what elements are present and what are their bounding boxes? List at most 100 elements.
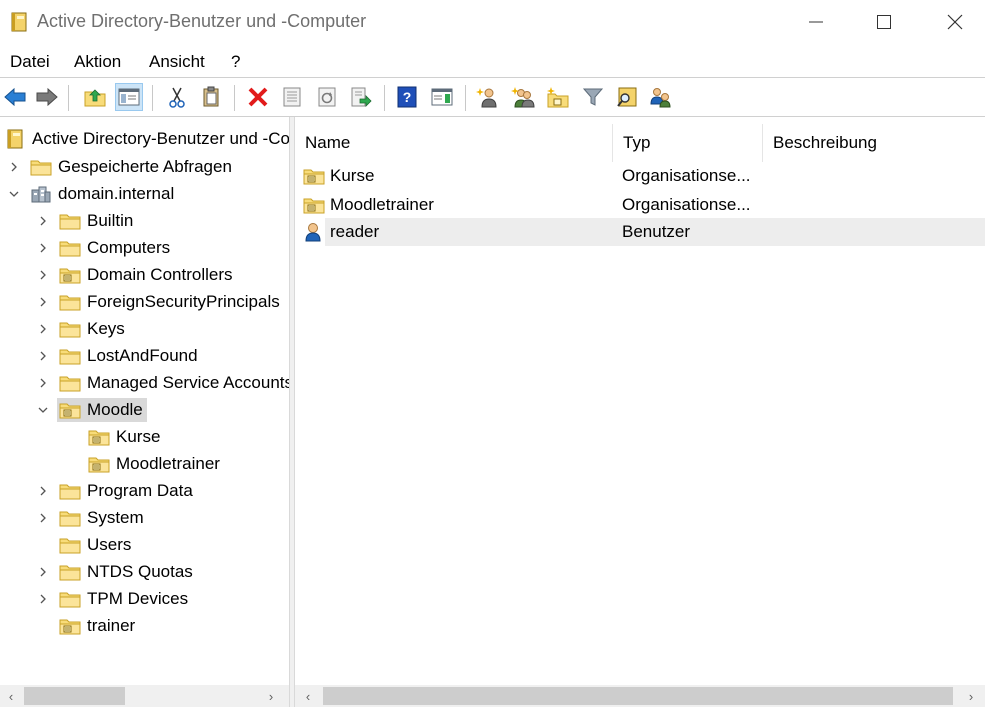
expand-chevron[interactable] xyxy=(37,566,49,578)
forward-button[interactable] xyxy=(34,84,60,110)
tree-item-moodle[interactable]: Moodle xyxy=(57,398,147,422)
folder-icon xyxy=(59,535,81,555)
console-tree: Active Directory-Benutzer und -Computer … xyxy=(0,124,289,707)
add-to-group-button[interactable] xyxy=(648,84,674,110)
list-item[interactable]: Moodletrainer Organisationse... xyxy=(295,191,985,219)
toolbar: ? xyxy=(0,79,985,115)
scrollbar-thumb[interactable] xyxy=(323,687,953,705)
tree-item-builtin[interactable]: Builtin xyxy=(59,209,137,233)
column-header-type[interactable]: Typ xyxy=(613,124,763,162)
help-icon: ? xyxy=(397,86,417,108)
tree-horizontal-scrollbar[interactable]: ‹ › xyxy=(0,685,289,707)
expand-chevron[interactable] xyxy=(37,296,49,308)
filter-icon xyxy=(582,88,604,106)
window-title: Active Directory-Benutzer und -Computer xyxy=(37,11,367,31)
scroll-left-icon[interactable]: ‹ xyxy=(2,687,20,705)
collapse-chevron[interactable] xyxy=(8,188,20,200)
chevron-right-icon xyxy=(40,378,46,388)
chevron-right-icon xyxy=(40,297,46,307)
minimize-icon xyxy=(809,21,823,23)
new-user-button[interactable] xyxy=(475,84,501,110)
ou-icon xyxy=(88,454,110,474)
expand-chevron[interactable] xyxy=(37,512,49,524)
tree-item-program-data[interactable]: Program Data xyxy=(59,479,197,503)
tree-label: trainer xyxy=(87,616,136,635)
back-button[interactable] xyxy=(2,84,28,110)
tree-item-tpm-devices[interactable]: TPM Devices xyxy=(59,587,192,611)
up-folder-button[interactable] xyxy=(82,84,108,110)
toolbar-divider xyxy=(465,85,466,111)
scroll-right-icon[interactable]: › xyxy=(262,687,280,705)
title-bar: Active Directory-Benutzer und -Computer xyxy=(0,0,985,44)
help-button[interactable]: ? xyxy=(394,84,420,110)
expand-chevron[interactable] xyxy=(37,377,49,389)
tree-item-domain[interactable]: domain.internal xyxy=(30,182,178,206)
expand-chevron[interactable] xyxy=(37,350,49,362)
tree-item-users[interactable]: Users xyxy=(59,533,135,557)
expand-chevron[interactable] xyxy=(8,161,20,173)
expand-chevron[interactable] xyxy=(37,485,49,497)
tree-item-keys[interactable]: Keys xyxy=(59,317,129,341)
find-button[interactable] xyxy=(614,84,640,110)
paste-button[interactable] xyxy=(198,84,224,110)
tree-root[interactable]: Active Directory-Benutzer und -Computer xyxy=(4,127,289,151)
menu-aktion[interactable]: Aktion xyxy=(74,52,121,72)
export-list-button[interactable] xyxy=(348,84,374,110)
details-list: Name Typ Beschreibung Kurse Organisation… xyxy=(295,124,985,707)
menu-datei[interactable]: Datei xyxy=(10,52,50,72)
folder-icon xyxy=(30,157,52,177)
scroll-left-icon[interactable]: ‹ xyxy=(299,687,317,705)
expand-chevron[interactable] xyxy=(37,215,49,227)
tree-item-foreign-security-principals[interactable]: ForeignSecurityPrincipals xyxy=(59,290,284,314)
tree-label: Moodle xyxy=(87,400,143,419)
new-group-button[interactable] xyxy=(510,84,536,110)
list-horizontal-scrollbar[interactable]: ‹ › xyxy=(295,685,985,707)
tree-item-computers[interactable]: Computers xyxy=(59,236,174,260)
tree-item-moodletrainer[interactable]: Moodletrainer xyxy=(88,452,224,476)
column-header-description[interactable]: Beschreibung xyxy=(763,124,985,162)
minimize-button[interactable] xyxy=(793,0,839,44)
properties-button[interactable] xyxy=(279,84,305,110)
add-to-group-icon xyxy=(650,88,671,108)
tree-item-ntds-quotas[interactable]: NTDS Quotas xyxy=(59,560,197,584)
tree-item-managed-service-accounts[interactable]: Managed Service Accounts xyxy=(59,371,289,395)
expand-chevron[interactable] xyxy=(37,269,49,281)
filter-button[interactable] xyxy=(580,84,606,110)
tree-item-saved-queries[interactable]: Gespeicherte Abfragen xyxy=(30,155,236,179)
tree-item-domain-controllers[interactable]: Domain Controllers xyxy=(59,263,237,287)
collapse-chevron[interactable] xyxy=(37,404,49,416)
expand-chevron[interactable] xyxy=(37,242,49,254)
folder-icon xyxy=(59,373,81,393)
tree-item-lost-and-found[interactable]: LostAndFound xyxy=(59,344,202,368)
menu-ansicht[interactable]: Ansicht xyxy=(149,52,205,72)
menu-help[interactable]: ? xyxy=(231,52,240,72)
new-ou-button[interactable] xyxy=(545,84,571,110)
list-item-type: Organisationse... xyxy=(622,166,751,185)
expand-chevron[interactable] xyxy=(37,593,49,605)
delete-button[interactable] xyxy=(245,84,271,110)
tree-item-system[interactable]: System xyxy=(59,506,148,530)
chevron-right-icon xyxy=(40,594,46,604)
close-button[interactable] xyxy=(932,0,978,44)
cut-button[interactable] xyxy=(164,84,190,110)
scroll-right-icon[interactable]: › xyxy=(962,687,980,705)
show-hide-console-tree-button[interactable] xyxy=(115,83,143,111)
folder-icon xyxy=(59,481,81,501)
refresh-button[interactable] xyxy=(314,84,340,110)
action-pane-button[interactable] xyxy=(429,84,455,110)
scrollbar-thumb[interactable] xyxy=(24,687,125,705)
expand-chevron[interactable] xyxy=(37,323,49,335)
action-pane-icon xyxy=(431,88,453,106)
chevron-right-icon xyxy=(40,216,46,226)
column-header-name[interactable]: Name xyxy=(295,124,613,162)
chevron-right-icon xyxy=(40,324,46,334)
tree-item-trainer[interactable]: trainer xyxy=(59,614,139,638)
tree-label: Moodletrainer xyxy=(116,454,220,473)
list-item[interactable]: reader Benutzer xyxy=(325,218,985,246)
tree-item-kurse[interactable]: Kurse xyxy=(88,425,164,449)
tree-label: domain.internal xyxy=(58,184,175,203)
list-item[interactable]: Kurse Organisationse... xyxy=(295,162,985,190)
toolbar-divider-line xyxy=(0,116,985,117)
tree-label: System xyxy=(87,508,144,527)
maximize-button[interactable] xyxy=(861,0,907,44)
